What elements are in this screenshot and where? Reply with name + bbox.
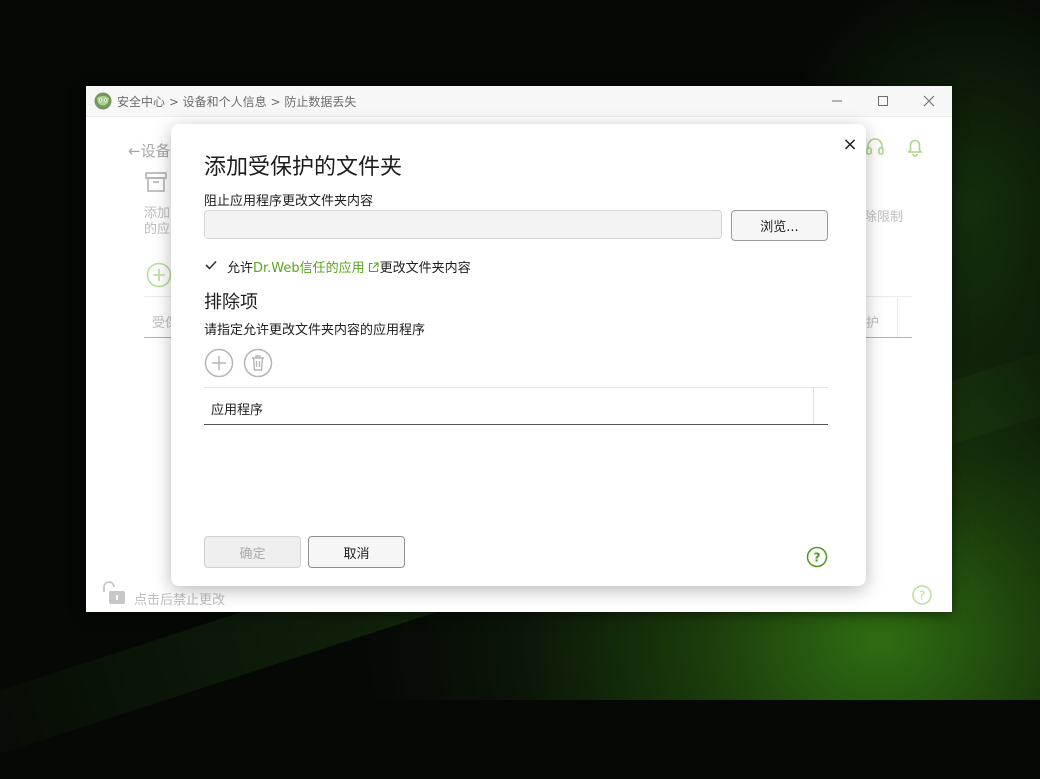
external-link-icon: [368, 262, 379, 273]
dialog-help-icon[interactable]: ?: [806, 546, 828, 568]
add-protected-folder-dialog: × 添加受保护的文件夹 阻止应用程序更改文件夹内容 浏览... 允许Dr.Web…: [171, 124, 866, 586]
application-column-header[interactable]: 应用程序: [211, 399, 263, 418]
svg-text:?: ?: [814, 551, 821, 565]
path-label: 阻止应用程序更改文件夹内容: [204, 194, 374, 209]
exclusions-list-header-border: [204, 424, 828, 425]
check-icon: [205, 260, 217, 270]
delete-exclusion-button[interactable]: [243, 348, 273, 378]
add-exclusion-button[interactable]: [204, 348, 234, 378]
column-separator: [813, 388, 814, 424]
ok-button[interactable]: 确定: [204, 536, 301, 568]
allow-trusted-checkbox[interactable]: [204, 258, 218, 272]
allow-trusted-label: 允许Dr.Web信任的应用 更改文件夹内容: [227, 261, 471, 276]
trash-icon: [252, 355, 264, 371]
exclusions-description: 请指定允许更改文件夹内容的应用程序: [204, 323, 426, 338]
trusted-apps-link[interactable]: Dr.Web信任的应用: [253, 261, 365, 276]
browse-button[interactable]: 浏览...: [731, 210, 828, 241]
add-icon: [212, 356, 226, 370]
cancel-button[interactable]: 取消: [308, 536, 405, 568]
exclusions-title: 排除项: [204, 292, 258, 313]
folder-path-input[interactable]: [204, 210, 722, 239]
dialog-title: 添加受保护的文件夹: [204, 155, 403, 180]
exclusions-list-top: [204, 387, 828, 388]
dialog-close-button[interactable]: ×: [841, 136, 859, 154]
